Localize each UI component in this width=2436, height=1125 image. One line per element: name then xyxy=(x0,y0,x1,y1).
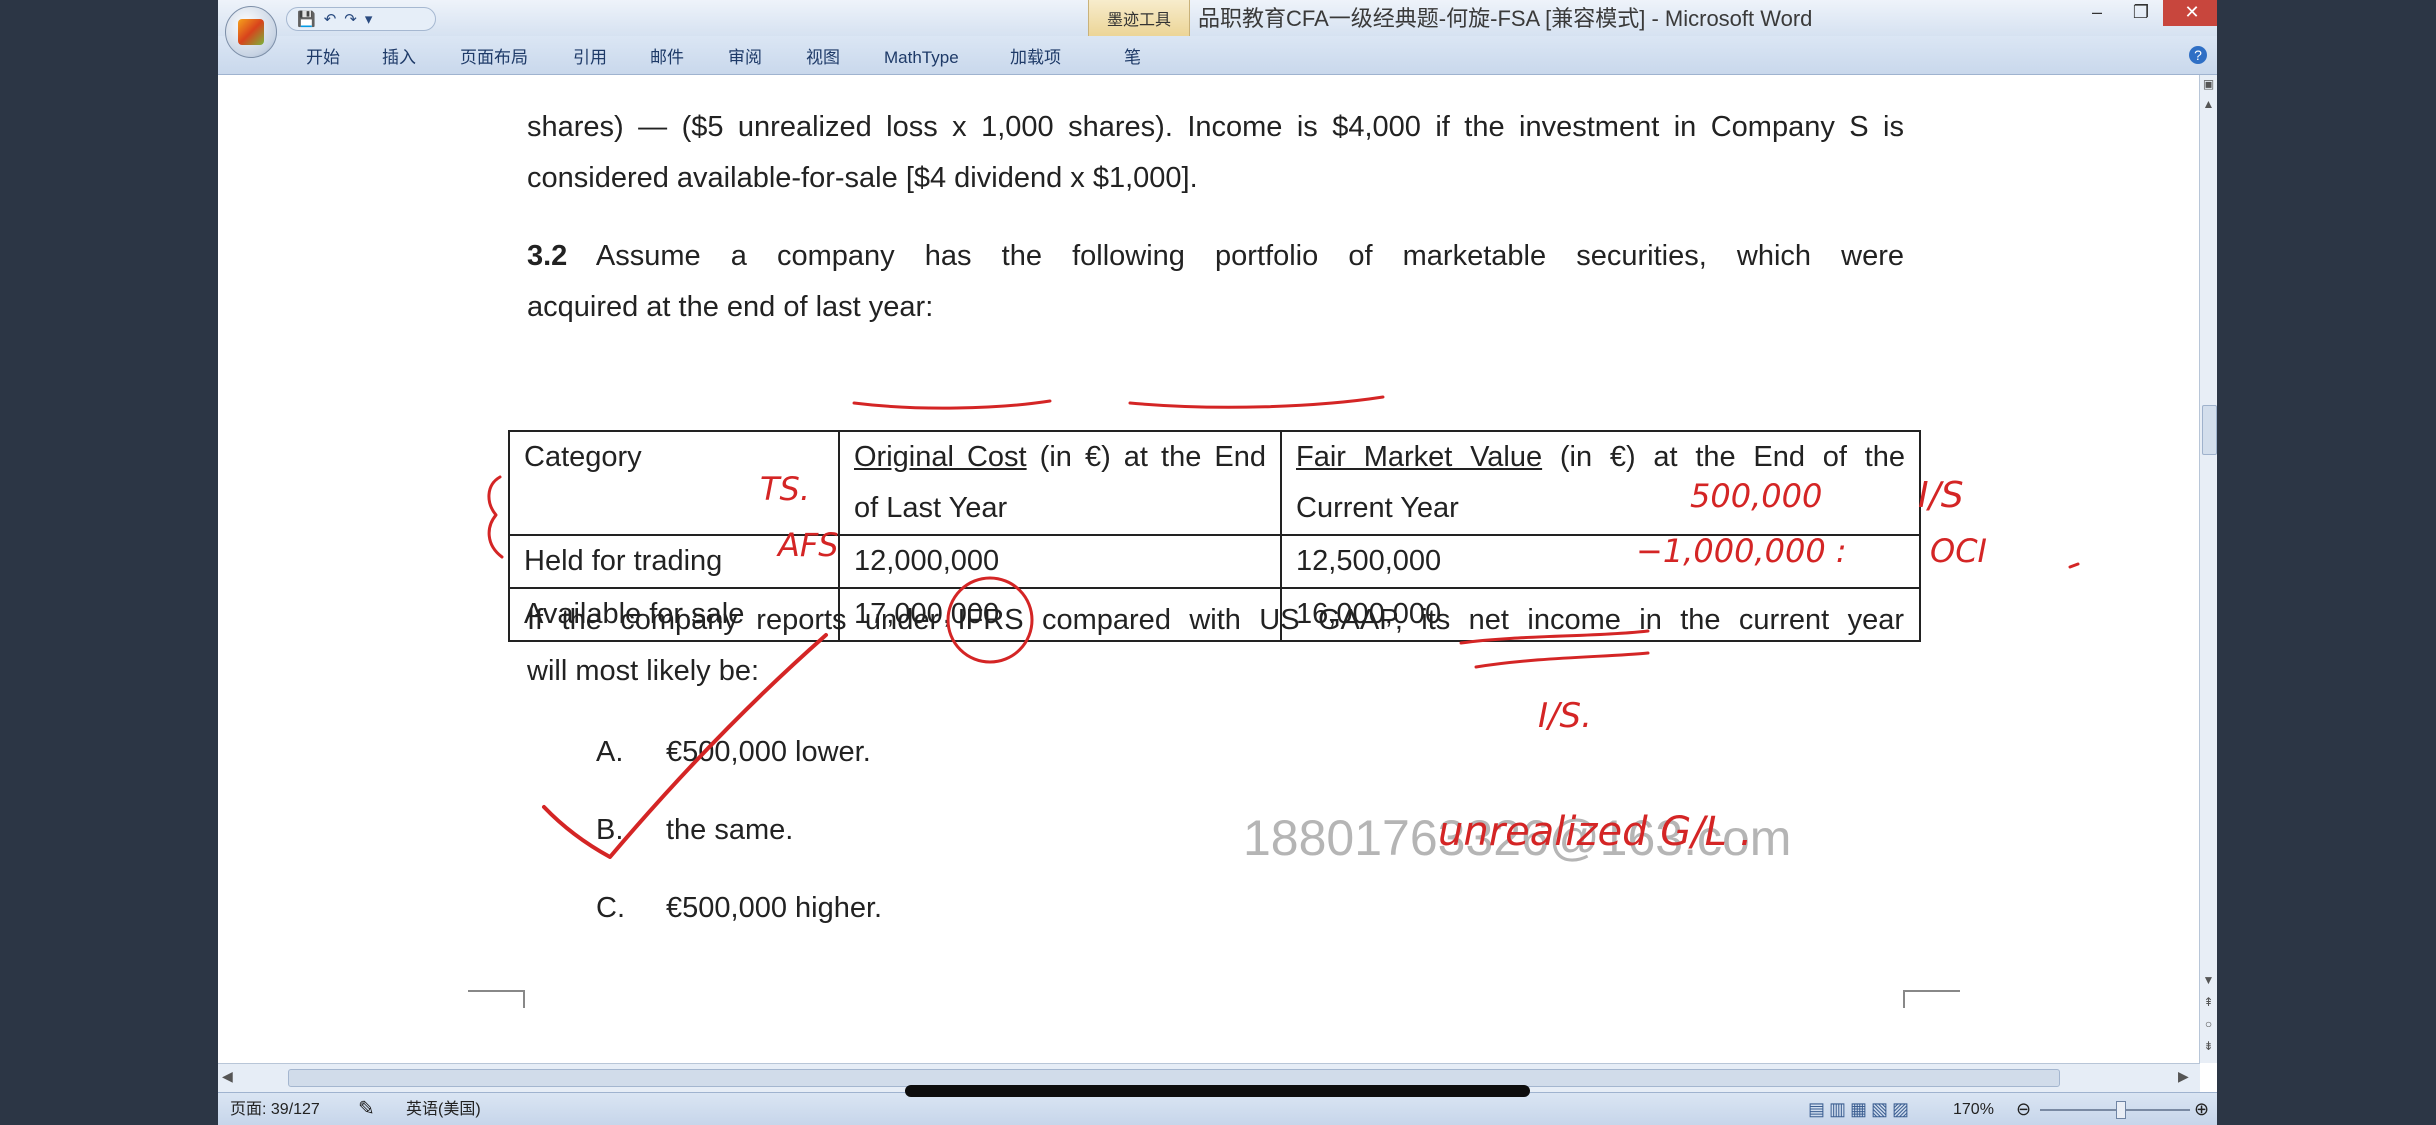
scroll-up-icon[interactable]: ▲ xyxy=(2200,97,2217,111)
tab-pen[interactable]: 笔 xyxy=(1124,36,1141,74)
page-counter[interactable]: 页面: 39/127 xyxy=(230,1093,320,1125)
ink-is-label: I/S xyxy=(1918,475,1964,516)
scroll-down-icon[interactable]: ▼ xyxy=(2200,973,2217,987)
scroll-right-icon[interactable]: ▶ xyxy=(2178,1068,2189,1085)
save-icon[interactable]: 💾 xyxy=(297,10,316,28)
ink-underline-net-income-2 xyxy=(1474,651,1650,669)
ink-underline-fair xyxy=(1128,395,1385,409)
tab-home[interactable]: 开始 xyxy=(306,36,340,74)
zoom-slider-handle[interactable] xyxy=(2116,1101,2126,1119)
tab-view[interactable]: 视图 xyxy=(806,36,840,74)
window-controls: – ❐ ✕ xyxy=(2075,0,2217,26)
home-indicator[interactable] xyxy=(905,1085,1530,1097)
ink-underline-net-income xyxy=(1459,629,1650,645)
tab-insert[interactable]: 插入 xyxy=(382,36,416,74)
vertical-scroll-thumb[interactable] xyxy=(2202,405,2217,455)
tab-mailings[interactable]: 邮件 xyxy=(650,36,684,74)
proofing-icon[interactable]: ✎ xyxy=(358,1093,375,1125)
tab-page-layout[interactable]: 页面布局 xyxy=(460,36,528,74)
ink-oci-label: OCI xyxy=(1930,532,1987,570)
ribbon-tabs: 开始 插入 页面布局 引用 邮件 审阅 视图 MathType 加载项 笔 ? xyxy=(218,36,2217,75)
ink-circle-ifrs xyxy=(946,576,1034,664)
ink-checkmark xyxy=(542,633,828,859)
ink-unrealized-note: unrealized G/L . xyxy=(1438,809,1752,855)
ink-tools-contextual-tab[interactable]: 墨迹工具 xyxy=(1088,0,1190,36)
restore-button[interactable]: ❐ xyxy=(2119,0,2163,26)
document-area[interactable]: shares) — ($5 unrealized loss x 1,000 sh… xyxy=(218,75,2200,1063)
browse-object-icon[interactable]: ○ xyxy=(2200,1017,2217,1031)
undo-icon[interactable]: ↶ xyxy=(324,10,337,28)
ink-dot xyxy=(2068,562,2080,569)
ink-afs-label: AFS xyxy=(776,526,839,564)
ink-ts-label: TS. xyxy=(760,470,810,508)
customize-qat-icon[interactable]: ▾ xyxy=(365,10,373,28)
close-button[interactable]: ✕ xyxy=(2163,0,2217,26)
tab-mathtype[interactable]: MathType xyxy=(884,36,959,74)
scroll-left-icon[interactable]: ◀ xyxy=(222,1068,233,1085)
ink-gain-note: 500,000 xyxy=(1690,477,1822,515)
help-icon[interactable]: ? xyxy=(2189,46,2207,64)
zoom-slider[interactable] xyxy=(2040,1109,2190,1111)
office-logo-icon xyxy=(238,19,264,45)
ink-annotations: TS. AFS 500,000 −1,000,000 : I/S OCI I/S… xyxy=(487,395,2080,859)
tab-references[interactable]: 引用 xyxy=(573,36,607,74)
prev-page-icon[interactable]: ⇞ xyxy=(2200,995,2217,1009)
minimize-button[interactable]: – xyxy=(2075,0,2119,26)
title-bar: 💾 ↶ ↷ ▾ 墨迹工具 品职教育CFA一级经典题-何旋-FSA [兼容模式] … xyxy=(218,0,2217,36)
language-indicator[interactable]: 英语(美国) xyxy=(406,1093,481,1125)
word-window: 💾 ↶ ↷ ▾ 墨迹工具 品职教育CFA一级经典题-何旋-FSA [兼容模式] … xyxy=(218,0,2217,1125)
zoom-in-icon[interactable]: ⊕ xyxy=(2194,1093,2209,1125)
next-page-icon[interactable]: ⇟ xyxy=(2200,1039,2217,1053)
view-buttons-icon[interactable]: ▤▥▦▧▨ xyxy=(1808,1093,1913,1125)
zoom-level[interactable]: 170% xyxy=(1953,1093,1994,1125)
ruler-toggle-icon[interactable]: ▣ xyxy=(2200,77,2217,91)
tab-addins[interactable]: 加载项 xyxy=(1010,36,1061,74)
ink-brace xyxy=(487,475,504,559)
ink-loss-note: −1,000,000 : xyxy=(1636,532,1847,570)
office-button[interactable] xyxy=(225,6,277,58)
vertical-scrollbar[interactable]: ▣ ▲ ▼ ⇞ ○ ⇟ xyxy=(2199,75,2217,1063)
window-title: 品职教育CFA一级经典题-何旋-FSA [兼容模式] - Microsoft W… xyxy=(1198,6,1813,31)
zoom-out-icon[interactable]: ⊖ xyxy=(2016,1093,2031,1125)
quick-access-toolbar: 💾 ↶ ↷ ▾ xyxy=(286,7,436,31)
tab-review[interactable]: 审阅 xyxy=(728,36,762,74)
redo-icon[interactable]: ↷ xyxy=(344,10,357,28)
ink-is-note: I/S. xyxy=(1538,696,1592,736)
ink-underline-cost xyxy=(852,399,1052,410)
